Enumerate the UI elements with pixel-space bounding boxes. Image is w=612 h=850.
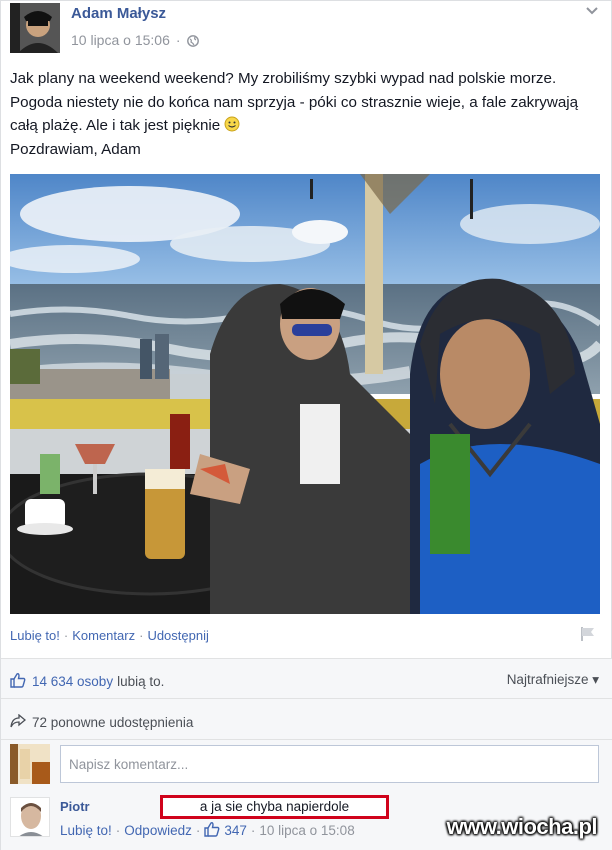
like-link[interactable]: Lubię to! — [10, 628, 60, 643]
commenter-avatar[interactable] — [10, 797, 50, 837]
comment-separator: · — [250, 823, 256, 838]
share-link[interactable]: Udostępnij — [147, 628, 208, 643]
post-signoff: Pozdrawiam, Adam — [10, 140, 141, 158]
comment-time[interactable]: 10 lipca o 15:08 — [259, 823, 354, 838]
post-date[interactable]: 10 lipca o 15:06 — [71, 32, 170, 48]
comment-separator: · — [195, 823, 201, 838]
smiley-icon — [224, 116, 240, 132]
facebook-post: Adam Małysz 10 lipca o 15:06 · Jak plany… — [0, 0, 612, 850]
action-separator: · — [63, 628, 69, 643]
post-photo[interactable] — [10, 174, 600, 614]
divider — [1, 739, 612, 740]
comment-input[interactable]: Napisz komentarz... — [60, 745, 599, 783]
post-meta: 10 lipca o 15:06 · — [71, 32, 199, 48]
meta-separator: · — [175, 32, 181, 48]
comment-likes-count[interactable]: 347 — [224, 823, 247, 838]
thumbs-up-icon — [10, 672, 26, 691]
feedback-panel: 14 634 osoby lubią to. Najtrafniejsze ▾ … — [1, 658, 612, 850]
likes-summary: 14 634 osoby lubią to. — [10, 672, 164, 691]
sort-dropdown[interactable]: Najtrafniejsze ▾ — [507, 672, 599, 688]
comment-actions: Lubię to! · Odpowiedz · 347 · 10 lipca o… — [60, 821, 355, 840]
comment-link[interactable]: Komentarz — [72, 628, 135, 643]
post-text: Jak plany na weekend weekend? My zrobili… — [10, 67, 605, 161]
author-avatar[interactable] — [10, 3, 60, 53]
user-avatar — [10, 744, 50, 784]
comment-reply-link[interactable]: Odpowiedz — [124, 823, 192, 838]
comment-separator: · — [115, 823, 121, 838]
comment-text: a ja sie chyba napierdole — [160, 795, 389, 819]
chevron-down-icon[interactable] — [585, 5, 599, 15]
post-author-name[interactable]: Adam Małysz — [71, 5, 166, 22]
flag-icon[interactable] — [579, 625, 597, 643]
watermark: www.wiocha.pl — [446, 814, 598, 839]
action-separator: · — [139, 628, 144, 643]
shares-summary[interactable]: 72 ponowne udostępnienia — [10, 713, 193, 731]
thumbs-up-icon — [204, 821, 220, 840]
comment-like-link[interactable]: Lubię to! — [60, 823, 112, 838]
globe-icon[interactable] — [186, 34, 199, 47]
shares-count[interactable]: 72 ponowne udostępnienia — [32, 715, 193, 730]
post-body: Jak plany na weekend weekend? My zrobili… — [10, 70, 579, 134]
divider — [1, 698, 612, 699]
likes-count[interactable]: 14 634 osoby — [32, 674, 113, 689]
post-actions: Lubię to! · Komentarz · Udostępnij — [10, 628, 209, 643]
likes-text: lubią to. — [117, 674, 165, 689]
share-arrow-icon — [10, 713, 27, 731]
comment-author[interactable]: Piotr — [60, 799, 90, 814]
